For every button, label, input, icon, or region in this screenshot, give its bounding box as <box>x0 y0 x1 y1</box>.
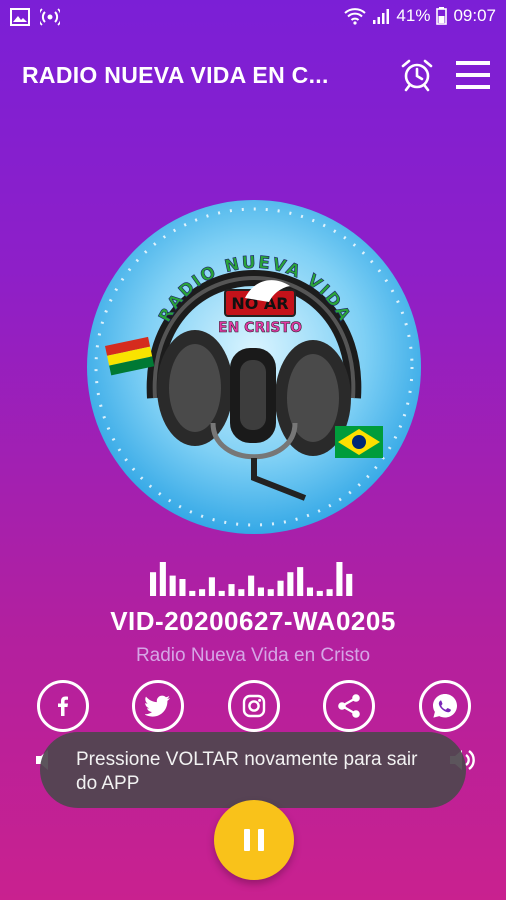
equalizer-bar <box>169 575 176 596</box>
track-title: VID-20200627-WA0205 <box>110 606 396 636</box>
equalizer-bar <box>159 562 166 596</box>
equalizer-bar <box>316 590 323 596</box>
equalizer-bar <box>208 577 215 596</box>
app-bar: RADIO NUEVA VIDA EN C... <box>0 40 506 110</box>
battery-percent: 41% <box>396 6 431 25</box>
equalizer-bar <box>346 573 353 596</box>
equalizer-bar <box>238 589 245 596</box>
toast-message: Pressione VOLTAR novamente para sair do … <box>76 749 418 794</box>
equalizer-bar <box>277 580 284 596</box>
broadcast-icon <box>40 8 60 26</box>
equalizer-bar <box>326 589 333 596</box>
equalizer-bar <box>179 579 186 596</box>
equalizer-bar <box>287 572 294 596</box>
equalizer-bar <box>199 589 206 596</box>
equalizer-bar <box>218 590 225 596</box>
logo-bottom-text: EN CRISTO <box>218 320 302 336</box>
equalizer-bar <box>228 584 235 596</box>
station-logo: RADIO NUEVA VIDA NO AR EN CRISTO <box>87 200 421 534</box>
instagram-button[interactable] <box>228 680 280 732</box>
equalizer-bar <box>306 587 314 596</box>
facebook-icon <box>58 696 68 716</box>
signal-icon <box>373 9 390 24</box>
equalizer-bar <box>150 572 157 596</box>
image-icon <box>10 8 30 26</box>
equalizer-bar <box>267 589 274 596</box>
station-name: Radio Nueva Vida en Cristo <box>135 645 371 666</box>
equalizer-bar <box>336 562 343 596</box>
equalizer-bar <box>297 567 304 596</box>
wifi-icon <box>344 8 367 25</box>
share-button[interactable] <box>323 680 375 732</box>
clock: 09:07 <box>453 6 496 25</box>
twitter-icon <box>145 695 170 717</box>
pause-button[interactable] <box>214 800 294 880</box>
battery-icon <box>436 7 448 25</box>
alarm-icon[interactable] <box>400 58 434 92</box>
status-bar: 41% 09:07 <box>0 0 506 36</box>
app-title: RADIO NUEVA VIDA EN C... <box>22 62 329 88</box>
whatsapp-icon <box>433 694 457 718</box>
equalizer-bar <box>189 590 196 596</box>
facebook-button[interactable] <box>37 680 89 732</box>
exit-toast: Pressione VOLTAR novamente para sair do … <box>40 732 466 808</box>
equalizer-bar <box>257 587 264 596</box>
equalizer-bar <box>248 575 255 596</box>
menu-icon[interactable] <box>455 58 491 92</box>
share-icon <box>338 694 360 718</box>
twitter-button[interactable] <box>132 680 184 732</box>
instagram-icon <box>242 694 266 718</box>
equalizer <box>150 562 353 596</box>
whatsapp-button[interactable] <box>419 680 471 732</box>
